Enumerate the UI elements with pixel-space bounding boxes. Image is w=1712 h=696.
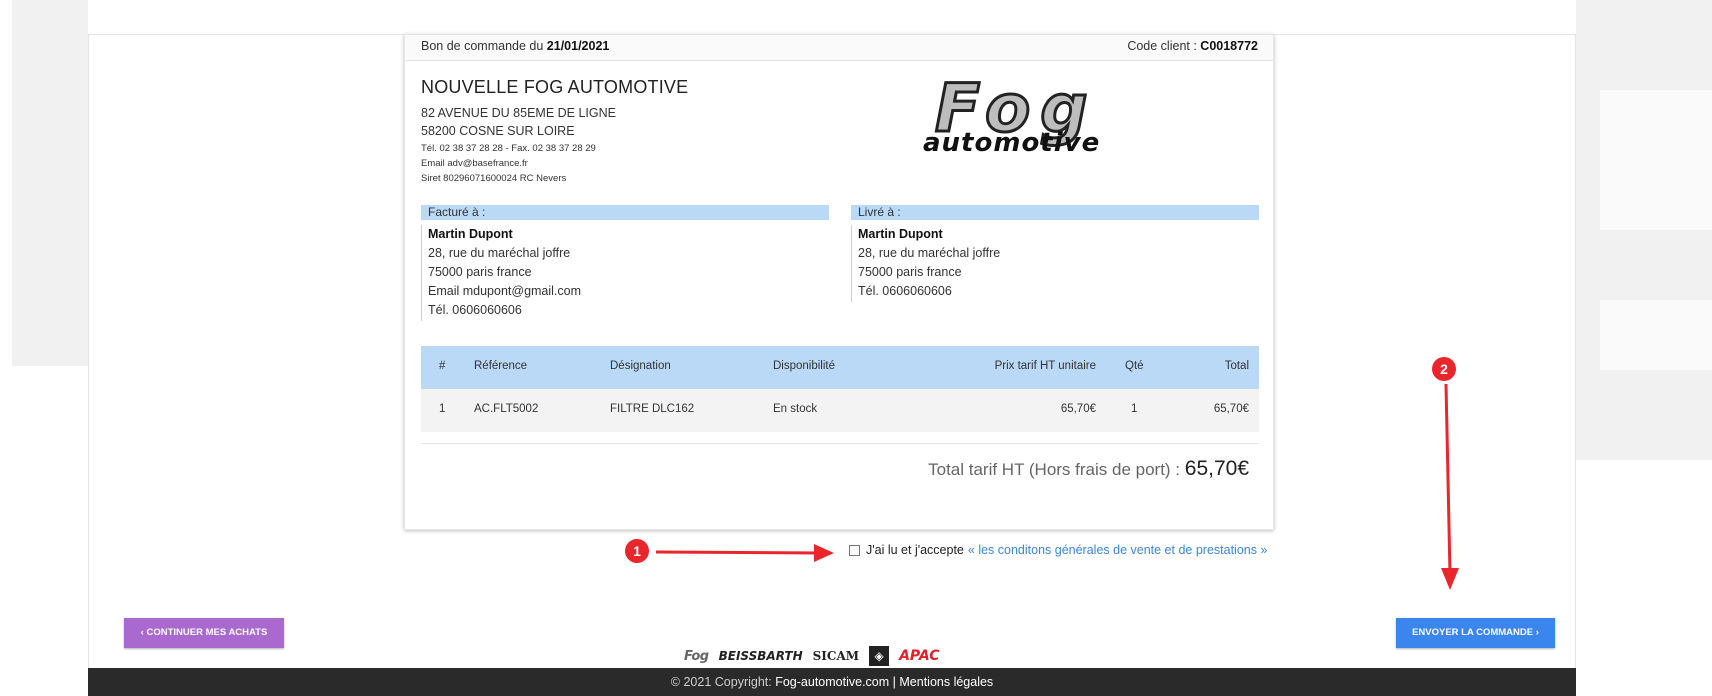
continue-shopping-button[interactable]: ‹ CONTINUER MES ACHATS: [124, 618, 284, 648]
brand-beissbarth-logo: BEISSBARTH: [718, 649, 803, 663]
footer-site-link[interactable]: Fog-automotive.com: [775, 675, 889, 689]
brand-fog-logo: Fog: [684, 648, 709, 664]
terms-checkbox[interactable]: [849, 544, 860, 556]
footer-separator: |: [892, 675, 896, 689]
arrow-1-head: [814, 544, 834, 562]
terms-link[interactable]: « les conditons générales de vente et de…: [968, 543, 1268, 557]
terms-text: J'ai lu et j'accepte: [866, 543, 964, 557]
footer-copyright: © 2021 Copyright:: [670, 675, 772, 689]
annotation-marker-2: 2: [1432, 357, 1456, 381]
annotation-arrows: [655, 383, 1459, 590]
arrow-2-head: [1441, 568, 1459, 590]
brand-apac-logo: APAC: [899, 648, 940, 664]
brand-emblem-icon: ◈: [869, 646, 890, 666]
annotation-marker-1: 1: [625, 539, 649, 563]
partner-brands: Fog BEISSBARTH SICAM ◈ APAC: [684, 644, 940, 668]
terms-acceptance: J'ai lu et j'accepte « les conditons gén…: [849, 543, 1267, 557]
brand-sicam-logo: SICAM: [812, 649, 860, 663]
send-order-button[interactable]: ENVOYER LA COMMANDE ›: [1396, 618, 1555, 648]
footer-legal-link[interactable]: Mentions légales: [899, 675, 993, 689]
site-footer: © 2021 Copyright: Fog-automotive.com | M…: [88, 668, 1576, 696]
